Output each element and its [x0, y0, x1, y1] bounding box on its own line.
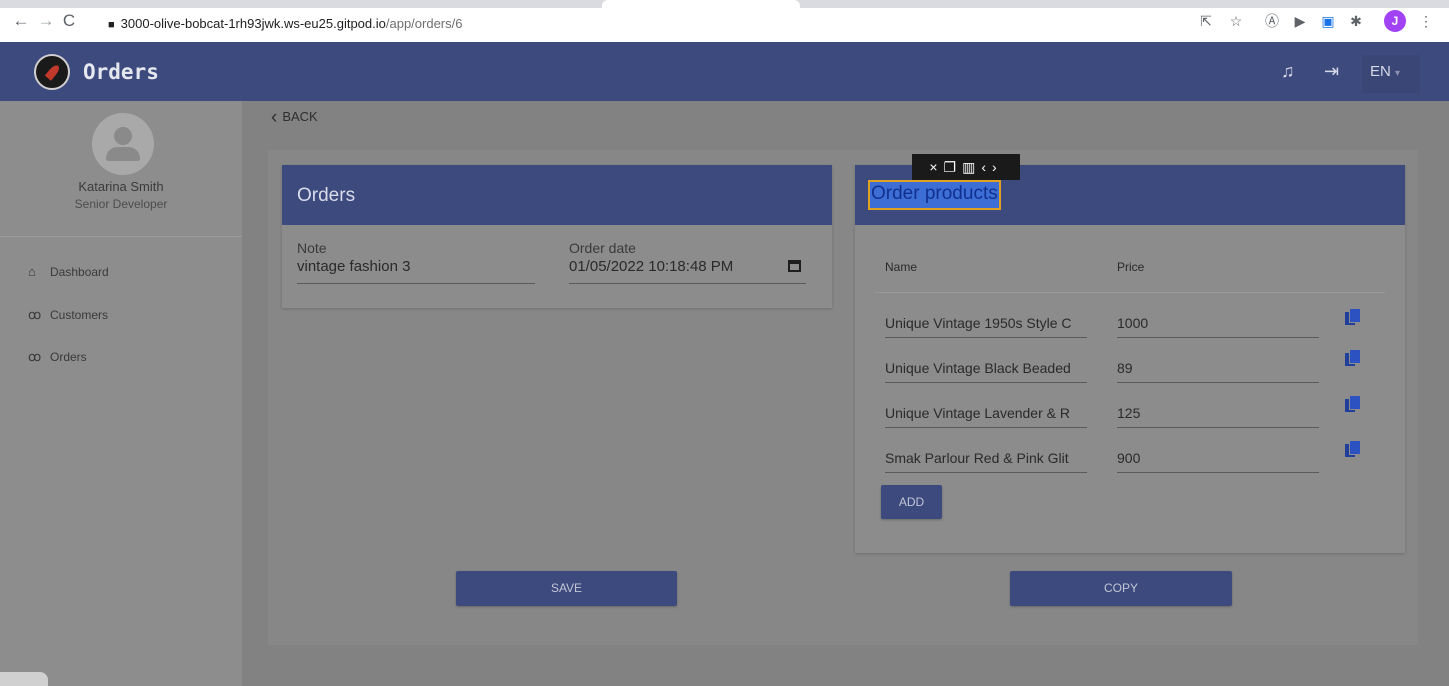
back-label: BACK: [282, 109, 318, 124]
url-host: 3000-olive-bobcat-1rh93jwk.ws-eu25.gitpo…: [120, 16, 386, 31]
product-price-field[interactable]: 900: [1117, 450, 1317, 466]
product-name-field[interactable]: Unique Vintage Lavender & R: [885, 405, 1087, 421]
order-date-field[interactable]: 01/05/2022 10:18:48 PM: [569, 258, 779, 275]
copy-icon[interactable]: [1345, 441, 1361, 459]
sidebar-item-customers[interactable]: ꝏ Customers: [28, 305, 108, 325]
field-underline: [1117, 472, 1319, 473]
order-date-label: Order date: [569, 240, 636, 256]
save-button[interactable]: SAVE: [456, 571, 677, 606]
sidebar-item-dashboard[interactable]: ⌂ Dashboard: [28, 262, 109, 282]
star-icon[interactable]: ☆: [1226, 11, 1246, 31]
duplicate-icon[interactable]: ❐: [944, 159, 963, 175]
inline-editor-toolbar: ×❐▥‹›: [912, 154, 1020, 180]
users-icon: ꝏ: [28, 349, 42, 364]
sidebar-item-orders[interactable]: ꝏ Orders: [28, 347, 87, 367]
chevron-left-icon: ‹: [271, 107, 278, 128]
field-underline: [885, 472, 1087, 473]
order-date-underline: [569, 283, 806, 284]
browser-tab[interactable]: [602, 0, 800, 8]
sidebar-divider: [0, 236, 242, 237]
code-icon[interactable]: ‹›: [981, 159, 1002, 175]
product-price-field[interactable]: 1000: [1117, 315, 1317, 331]
forward-arrow-icon[interactable]: →: [37, 12, 55, 30]
field-underline: [885, 382, 1087, 383]
browser-tabstrip: [0, 0, 1449, 8]
play-icon[interactable]: ▶: [1290, 11, 1310, 31]
copy-icon[interactable]: [1345, 350, 1361, 368]
product-price-field[interactable]: 125: [1117, 405, 1317, 421]
back-arrow-icon[interactable]: ←: [12, 12, 30, 30]
field-underline: [1117, 427, 1319, 428]
reload-icon[interactable]: C: [60, 12, 78, 30]
note-label: Note: [297, 240, 327, 256]
user-avatar: [92, 113, 154, 175]
field-underline: [885, 337, 1087, 338]
add-product-button[interactable]: ADD: [881, 485, 942, 519]
name-column-header: Name: [885, 260, 918, 274]
user-role: Senior Developer: [74, 197, 168, 211]
order-products-title[interactable]: Order products: [868, 180, 1001, 210]
extension-a-icon[interactable]: Ⓐ: [1262, 11, 1282, 31]
profile-avatar[interactable]: J: [1384, 10, 1406, 32]
sidebar-item-label: Customers: [50, 308, 109, 322]
sidebar-item-label: Orders: [50, 350, 87, 364]
trash-icon[interactable]: ▥: [962, 159, 981, 175]
share-icon[interactable]: ⇱: [1196, 11, 1216, 31]
chevron-down-icon: ▾: [1395, 68, 1401, 79]
close-icon[interactable]: ×: [929, 159, 943, 175]
kebab-menu-icon[interactable]: ⋮: [1416, 11, 1436, 31]
app-title: Orders: [83, 60, 159, 84]
users-icon: ꝏ: [28, 307, 42, 322]
field-underline: [1117, 337, 1319, 338]
field-underline: [885, 427, 1087, 428]
url-field[interactable]: ■ 3000-olive-bobcat-1rh93jwk.ws-eu25.gitp…: [108, 13, 1248, 35]
copy-icon[interactable]: [1345, 309, 1361, 327]
field-underline: [1117, 382, 1319, 383]
logout-icon[interactable]: ⇥: [1324, 60, 1339, 82]
url-path: /app/orders/6: [385, 16, 463, 31]
note-underline: [297, 283, 535, 284]
app-header: [0, 42, 1449, 101]
calendar-icon[interactable]: [788, 260, 801, 272]
product-name-field[interactable]: Smak Parlour Red & Pink Glit: [885, 450, 1087, 466]
home-icon: ⌂: [28, 264, 36, 279]
user-name: Katarina Smith: [78, 179, 164, 194]
bell-icon[interactable]: ♫: [1281, 60, 1295, 82]
back-link[interactable]: ‹ BACK: [271, 108, 318, 127]
language-select[interactable]: EN ▾: [1362, 55, 1420, 93]
price-column-header: Price: [1117, 260, 1145, 274]
compass-logo-icon: [34, 54, 70, 90]
orders-card-title: Orders: [282, 165, 832, 225]
product-name-field[interactable]: Unique Vintage Black Beaded: [885, 360, 1087, 376]
sidebar-item-label: Dashboard: [50, 265, 109, 279]
table-header-divider: [875, 292, 1385, 293]
copy-button[interactable]: COPY: [1010, 571, 1232, 606]
bottom-left-tab[interactable]: [0, 672, 48, 686]
copy-icon[interactable]: [1345, 396, 1361, 414]
lock-icon: ■: [108, 19, 115, 31]
product-name-field[interactable]: Unique Vintage 1950s Style C: [885, 315, 1087, 331]
note-field[interactable]: vintage fashion 3: [297, 258, 533, 275]
product-price-field[interactable]: 89: [1117, 360, 1317, 376]
language-value: EN: [1370, 63, 1391, 80]
screen-record-icon[interactable]: ▣: [1318, 11, 1338, 31]
puzzle-icon[interactable]: ✱: [1346, 11, 1366, 31]
